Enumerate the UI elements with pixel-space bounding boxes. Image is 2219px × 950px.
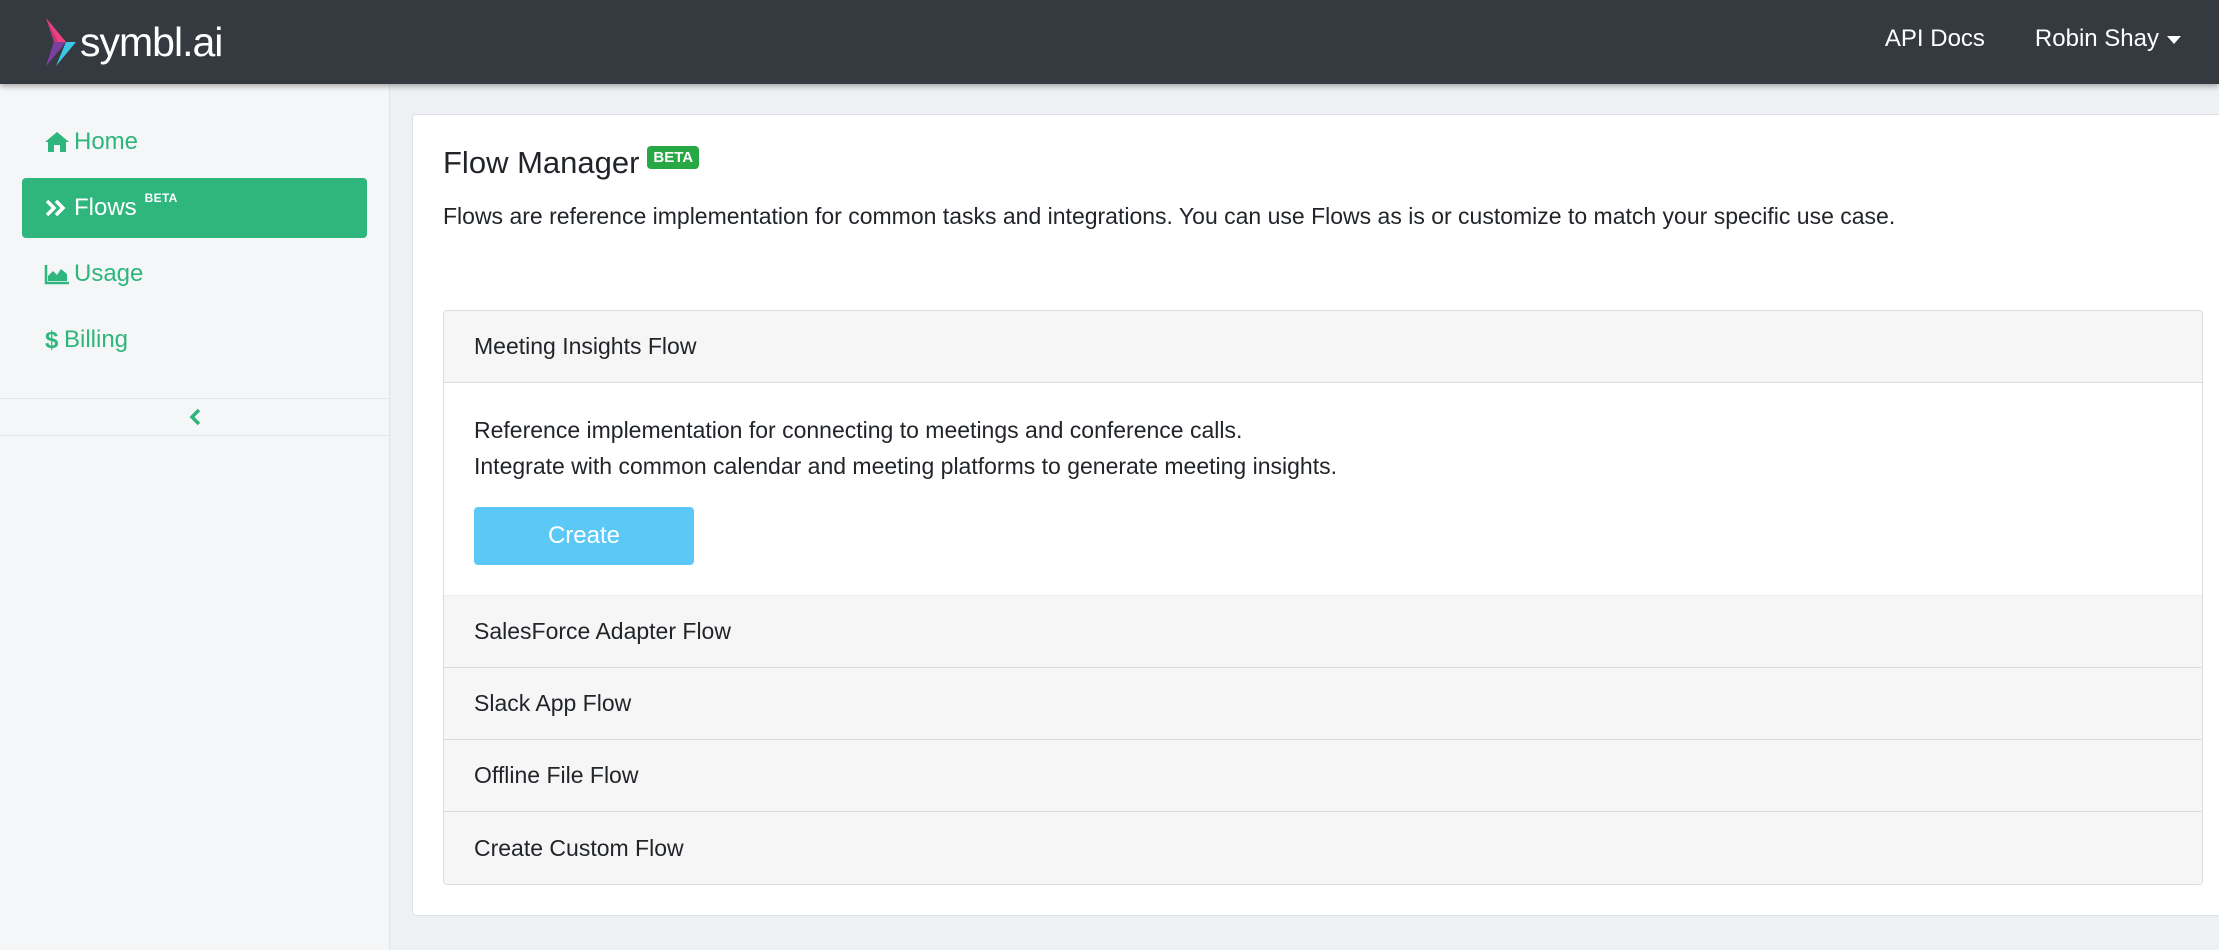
page-title: Flow Manager [443, 145, 640, 180]
flow-description-line: Reference implementation for connecting … [474, 417, 1243, 443]
user-name: Robin Shay [2034, 25, 2159, 52]
accordion-header-create-custom[interactable]: Create Custom Flow [444, 812, 2202, 884]
home-icon [44, 130, 70, 154]
sidebar-item-usage[interactable]: Usage [22, 244, 367, 304]
sidebar-item-home[interactable]: Home [22, 112, 367, 172]
sidebar-item-label: Flows [74, 194, 137, 221]
svg-text:$: $ [45, 328, 59, 352]
sidebar-item-billing[interactable]: $ Billing [22, 310, 367, 370]
sidebar-item-flows[interactable]: Flows BETA [22, 178, 367, 238]
sidebar: Home Flows BETA Usage $ Billing [0, 84, 390, 950]
create-button[interactable]: Create [474, 507, 694, 565]
api-docs-link[interactable]: API Docs [1885, 25, 1985, 53]
flow-manager-card: Flow Manager BETA Flows are reference im… [412, 114, 2219, 916]
area-chart-icon [44, 262, 70, 286]
page-description: Flows are reference implementation for c… [443, 203, 1896, 229]
beta-badge: BETA [144, 191, 178, 205]
top-navbar: symbl.ai API Docs Robin Shay [0, 0, 2219, 84]
navbar-right: API Docs Robin Shay [1835, 0, 2181, 78]
flow-description-line: Integrate with common calendar and meeti… [474, 453, 1337, 479]
double-chevron-right-icon [44, 196, 70, 220]
symbl-logo-icon [46, 18, 76, 66]
brand-logo-link[interactable]: symbl.ai [44, 12, 223, 72]
accordion-header-slack-app[interactable]: Slack App Flow [444, 668, 2202, 740]
sidebar-collapse-toggle[interactable] [0, 398, 389, 436]
flows-accordion: Meeting Insights Flow Reference implemen… [443, 310, 2203, 885]
dollar-icon: $ [44, 328, 60, 352]
accordion-header-offline-file[interactable]: Offline File Flow [444, 740, 2202, 812]
chevron-left-icon [189, 408, 200, 426]
accordion-body-meeting-insights: Reference implementation for connecting … [444, 383, 2202, 596]
sidebar-item-label: Usage [74, 260, 144, 287]
accordion-header-salesforce-adapter[interactable]: SalesForce Adapter Flow [444, 596, 2202, 668]
accordion-header-meeting-insights[interactable]: Meeting Insights Flow [444, 311, 2202, 383]
beta-badge: BETA [647, 145, 700, 169]
brand-name: symbl.ai [80, 18, 223, 65]
title-row: Flow Manager BETA [443, 145, 700, 181]
caret-down-icon [2167, 36, 2181, 44]
sidebar-item-label: Home [74, 128, 139, 155]
user-menu-dropdown[interactable]: Robin Shay [2035, 25, 2181, 53]
sidebar-item-label: Billing [64, 326, 129, 353]
